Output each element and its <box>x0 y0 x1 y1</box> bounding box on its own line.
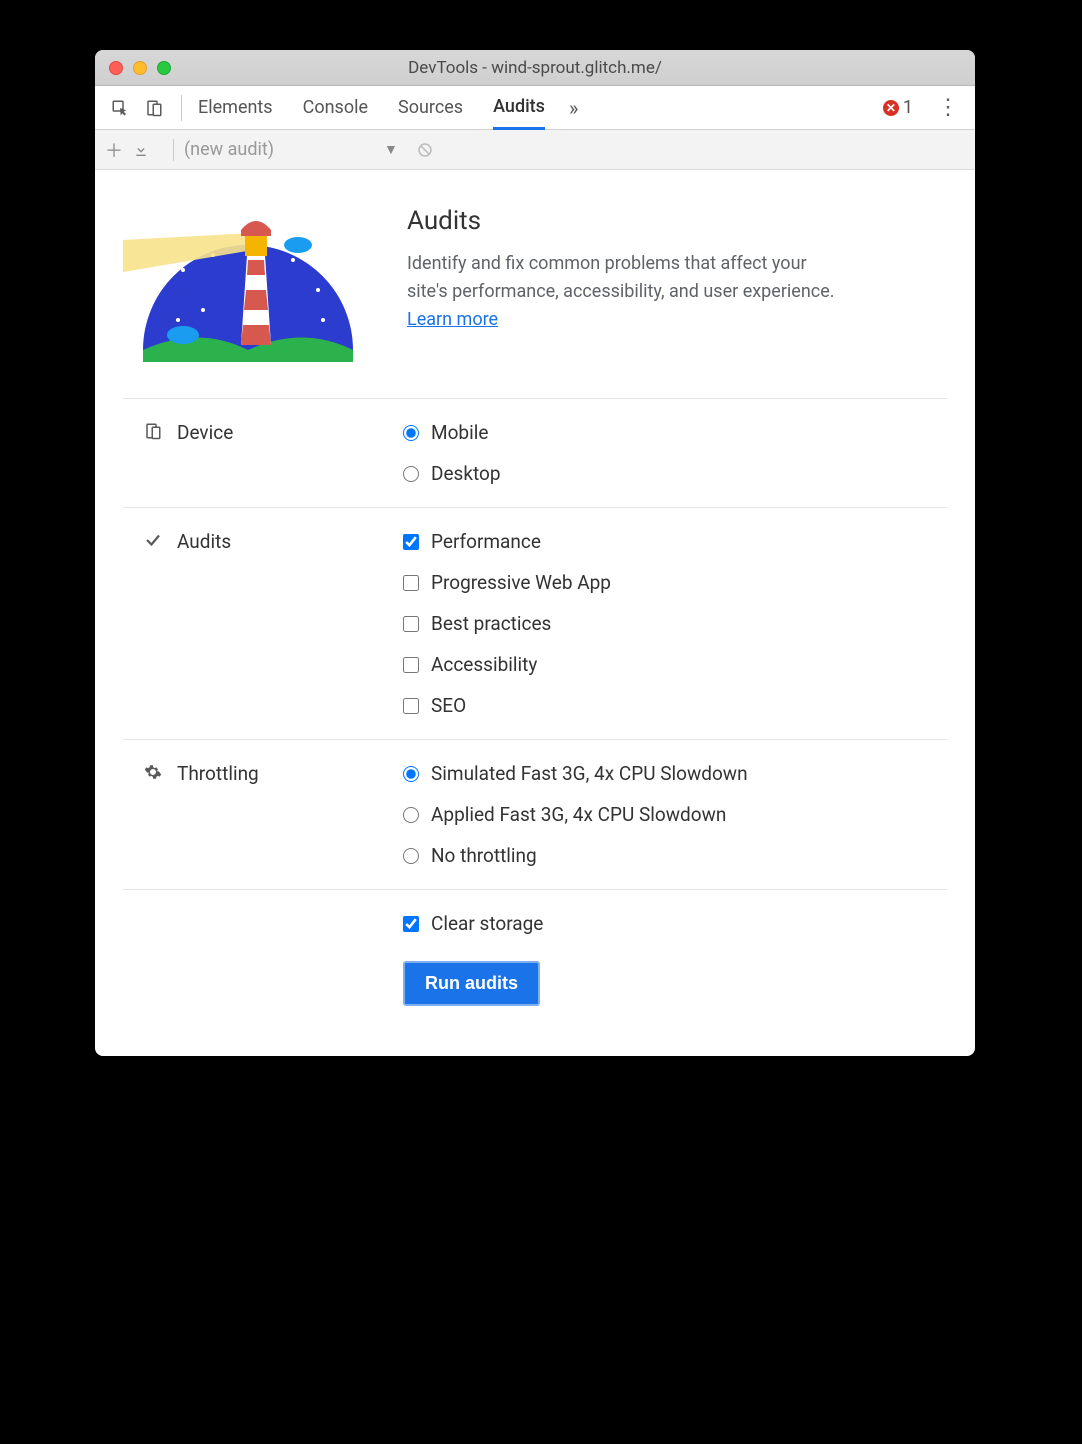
audit-option-performance[interactable]: Performance <box>403 530 611 553</box>
separator <box>181 95 182 121</box>
devtools-tabstrip: Elements Console Sources Audits » ✕ 1 ⋮ <box>95 86 975 130</box>
section-audits: Audits Performance Progressive Web App B… <box>123 508 947 740</box>
audits-intro: Audits Identify and fix common problems … <box>123 200 947 399</box>
throttling-radio-none[interactable] <box>403 848 419 864</box>
device-radio-desktop[interactable] <box>403 466 419 482</box>
new-audit-icon[interactable]: ＋ <box>103 137 125 163</box>
settings-menu-icon[interactable]: ⋮ <box>937 95 959 120</box>
audits-panel: Audits Identify and fix common problems … <box>95 170 975 1056</box>
separator <box>173 139 174 161</box>
audit-option-bestpractices[interactable]: Best practices <box>403 612 611 635</box>
audit-check-seo[interactable] <box>403 698 419 714</box>
throttling-option-simulated[interactable]: Simulated Fast 3G, 4x CPU Slowdown <box>403 762 748 785</box>
devtools-window: DevTools - wind-sprout.glitch.me/ Elemen… <box>95 50 975 1056</box>
throttling-option-applied[interactable]: Applied Fast 3G, 4x CPU Slowdown <box>403 803 748 826</box>
error-badge-icon: ✕ <box>883 100 899 116</box>
device-icon <box>143 421 163 441</box>
section-throttling: Throttling Simulated Fast 3G, 4x CPU Slo… <box>123 740 947 890</box>
audit-check-bestpractices[interactable] <box>403 616 419 632</box>
device-toggle-icon[interactable] <box>143 97 165 119</box>
tabs-overflow-icon[interactable]: » <box>569 96 578 120</box>
throttling-section-label: Throttling <box>177 762 259 785</box>
check-icon <box>143 530 163 550</box>
window-title: DevTools - wind-sprout.glitch.me/ <box>95 58 975 78</box>
device-section-label: Device <box>177 421 233 444</box>
clear-storage-checkbox[interactable] <box>403 916 419 932</box>
tab-elements[interactable]: Elements <box>198 86 273 129</box>
tab-sources[interactable]: Sources <box>398 86 463 129</box>
throttling-option-none[interactable]: No throttling <box>403 844 748 867</box>
device-desktop-label: Desktop <box>431 462 501 485</box>
clear-storage-label: Clear storage <box>431 912 543 935</box>
chevron-down-icon: ▼ <box>384 141 398 158</box>
audit-check-pwa[interactable] <box>403 575 419 591</box>
audit-pwa-label: Progressive Web App <box>431 571 611 594</box>
audit-seo-label: SEO <box>431 694 466 717</box>
throttling-applied-label: Applied Fast 3G, 4x CPU Slowdown <box>431 803 726 826</box>
page-title: Audits <box>407 206 847 236</box>
clear-storage-option[interactable]: Clear storage <box>403 912 543 935</box>
throttling-simulated-label: Simulated Fast 3G, 4x CPU Slowdown <box>431 762 748 785</box>
throttling-radio-applied[interactable] <box>403 807 419 823</box>
audit-option-seo[interactable]: SEO <box>403 694 611 717</box>
inspect-element-icon[interactable] <box>109 97 131 119</box>
intro-description: Identify and fix common problems that af… <box>407 250 847 334</box>
audit-history-label: (new audit) <box>184 139 274 160</box>
download-audit-icon[interactable] <box>133 142 155 158</box>
gear-icon <box>143 762 163 782</box>
audit-performance-label: Performance <box>431 530 541 553</box>
clear-audits-icon[interactable] <box>416 141 434 159</box>
tab-audits[interactable]: Audits <box>493 86 545 130</box>
audits-section-label: Audits <box>177 530 231 553</box>
audit-history-dropdown[interactable]: (new audit) ▼ <box>184 139 398 160</box>
lighthouse-illustration <box>123 200 373 370</box>
audit-option-pwa[interactable]: Progressive Web App <box>403 571 611 594</box>
throttling-none-label: No throttling <box>431 844 537 867</box>
section-clear-storage: Clear storage <box>123 890 947 941</box>
footer: Run audits <box>123 941 947 1016</box>
run-audits-button[interactable]: Run audits <box>403 961 540 1006</box>
tab-console[interactable]: Console <box>303 86 368 129</box>
intro-body-text: Identify and fix common problems that af… <box>407 253 835 302</box>
audit-bestpractices-label: Best practices <box>431 612 551 635</box>
throttling-radio-simulated[interactable] <box>403 766 419 782</box>
learn-more-link[interactable]: Learn more <box>407 309 498 330</box>
error-indicator[interactable]: ✕ 1 <box>883 97 913 118</box>
audit-option-accessibility[interactable]: Accessibility <box>403 653 611 676</box>
audits-toolbar: ＋ (new audit) ▼ <box>95 130 975 170</box>
device-radio-mobile[interactable] <box>403 425 419 441</box>
window-titlebar: DevTools - wind-sprout.glitch.me/ <box>95 50 975 86</box>
error-count: 1 <box>903 97 913 118</box>
device-option-mobile[interactable]: Mobile <box>403 421 501 444</box>
device-option-desktop[interactable]: Desktop <box>403 462 501 485</box>
audit-accessibility-label: Accessibility <box>431 653 537 676</box>
audit-check-performance[interactable] <box>403 534 419 550</box>
audit-check-accessibility[interactable] <box>403 657 419 673</box>
device-mobile-label: Mobile <box>431 421 488 444</box>
section-device: Device Mobile Desktop <box>123 399 947 508</box>
